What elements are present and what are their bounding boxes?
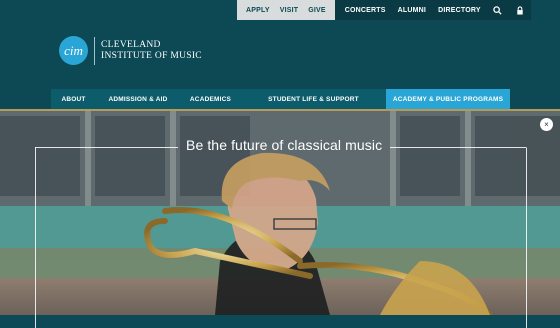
hero-title: Be the future of classical music <box>186 137 383 153</box>
utility-nav-secondary: CONCERTS ALUMNI DIRECTORY <box>334 0 531 20</box>
utility-nav-primary: APPLY VISIT GIVE <box>237 0 335 20</box>
nav-item-admission-aid[interactable]: ADMISSION & AID <box>96 89 180 109</box>
directory-link[interactable]: DIRECTORY <box>432 7 487 14</box>
frame-top-left <box>35 147 178 148</box>
apply-link[interactable]: APPLY <box>241 7 275 14</box>
login-button[interactable] <box>509 0 531 20</box>
logo-wordmark: CLEVELAND INSTITUTE OF MUSIC <box>101 40 202 62</box>
close-button[interactable]: × <box>540 118 553 131</box>
frame-top-right <box>390 147 526 148</box>
logo-line-2: INSTITUTE OF MUSIC <box>101 50 202 61</box>
nav-item-about[interactable]: ABOUT <box>51 89 96 109</box>
search-icon <box>493 5 502 15</box>
logo-divider <box>94 36 95 65</box>
visit-link[interactable]: VISIT <box>275 7 304 14</box>
main-nav: ABOUT ADMISSION & AID ACADEMICS STUDENT … <box>51 89 510 109</box>
alumni-link[interactable]: ALUMNI <box>392 7 432 14</box>
site-logo[interactable]: cim CLEVELAND INSTITUTE OF MUSIC <box>59 36 202 65</box>
concerts-link[interactable]: CONCERTS <box>339 7 392 14</box>
search-button[interactable] <box>487 0 509 20</box>
nav-item-student-life[interactable]: STUDENT LIFE & SUPPORT <box>241 89 386 109</box>
utility-nav: APPLY VISIT GIVE CONCERTS ALUMNI DIRECTO… <box>237 0 531 20</box>
lock-icon <box>517 5 523 15</box>
close-icon: × <box>544 119 549 129</box>
nav-item-academy-public-programs[interactable]: ACADEMY & PUBLIC PROGRAMS <box>386 89 510 109</box>
logo-line-1: CLEVELAND <box>101 39 161 50</box>
logo-mark: cim <box>59 36 88 65</box>
hero-frame <box>35 147 527 328</box>
give-link[interactable]: GIVE <box>303 7 331 14</box>
nav-item-academics[interactable]: ACADEMICS <box>180 89 241 109</box>
